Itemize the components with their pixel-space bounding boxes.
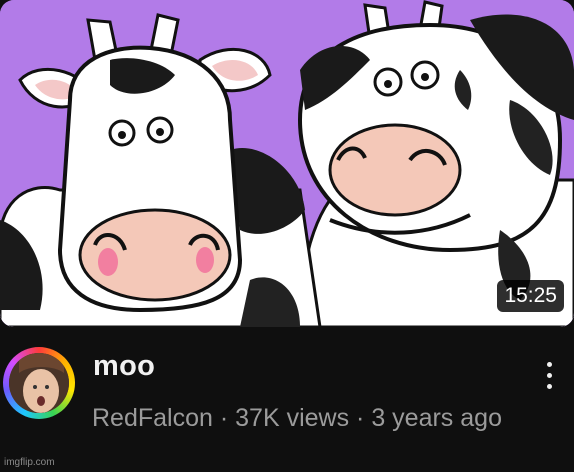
upload-age: 3 years ago	[371, 404, 502, 432]
video-thumbnail[interactable]: 15:25	[0, 0, 574, 327]
more-options-button[interactable]	[534, 355, 564, 395]
meta-separator: ·	[356, 404, 372, 432]
vertical-ellipsis-icon	[546, 361, 552, 367]
avatar-image	[9, 353, 69, 413]
video-title[interactable]: moo	[93, 350, 155, 383]
meta-separator: ·	[219, 404, 236, 432]
view-count: 37K views	[235, 404, 350, 432]
video-meta: RedFalcon · 37K views · 3 years ago	[92, 402, 532, 435]
channel-name[interactable]: RedFalcon	[92, 404, 213, 432]
cows-illustration	[0, 0, 574, 327]
duration-badge: 15:25	[497, 280, 564, 312]
watermark: imgflip.com	[4, 457, 55, 468]
channel-avatar[interactable]	[3, 347, 75, 419]
